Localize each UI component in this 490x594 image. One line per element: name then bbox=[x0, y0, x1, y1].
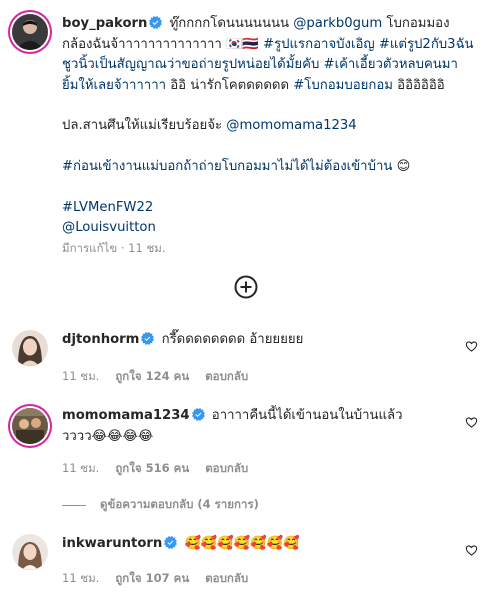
comment-text: inkwaruntorn 🥰🥰🥰🥰🥰🥰🥰 bbox=[62, 534, 432, 555]
avatar[interactable] bbox=[12, 330, 48, 366]
comment-text: djtonhorm กรี๊ดดดดดดดด อ้ายยยยย bbox=[62, 330, 432, 351]
view-replies-button[interactable]: ดูข้อความตอบกลับ (4 รายการ) bbox=[62, 496, 259, 514]
comment-username[interactable]: momomama1234 bbox=[62, 408, 190, 423]
caption-emoji: 😊 bbox=[392, 158, 411, 174]
verified-badge-icon bbox=[164, 536, 177, 549]
reply-button[interactable]: ตอบกลับ bbox=[205, 368, 248, 386]
verified-badge-icon bbox=[141, 332, 154, 345]
comment-item: djtonhorm กรี๊ดดดดดดดด อ้ายยยยย 11 ชม. ถ… bbox=[10, 330, 480, 386]
mention-link[interactable]: @momomama1234 bbox=[226, 118, 356, 133]
comment-likes[interactable]: ถูกใจ 516 คน bbox=[115, 460, 189, 478]
caption-text-part: ทู๊กกกกโดนนนนนนน bbox=[169, 16, 294, 31]
comment-meta: 11 ชม. ถูกใจ 107 คน ตอบกลับ bbox=[62, 570, 248, 588]
avatar[interactable] bbox=[12, 534, 48, 570]
comment-likes[interactable]: ถูกใจ 124 คน bbox=[115, 368, 189, 386]
plus-circle-icon bbox=[234, 275, 258, 299]
load-more-comments-button[interactable] bbox=[234, 275, 258, 299]
avatar[interactable] bbox=[12, 14, 48, 50]
caption-text-part: ปล.สานศึนให้แม่เรียบร้อยจ้ะ bbox=[62, 118, 227, 134]
comment-item: inkwaruntorn 🥰🥰🥰🥰🥰🥰🥰 11 ชม. ถูกใจ 107 คน… bbox=[10, 534, 480, 590]
comment-body: 🥰🥰🥰🥰🥰🥰🥰 bbox=[184, 536, 300, 551]
replies-divider bbox=[62, 504, 86, 506]
caption-text-part: อิอิ น่ารักโคตดดดดด bbox=[166, 77, 294, 93]
edited-timestamp: มีการแก้ไข · 11 ชม. bbox=[62, 241, 166, 255]
comment-username[interactable]: inkwaruntorn bbox=[62, 536, 162, 551]
comment-body: กรี๊ดดดดดดดด อ้ายยยยย bbox=[161, 332, 304, 347]
comment-time[interactable]: 11 ชม. bbox=[62, 368, 99, 386]
caption-text: boy_pakorn ทู๊กกกกโดนนนนนนน @parkb0gum โ… bbox=[62, 14, 474, 239]
comment-meta: 11 ชม. ถูกใจ 516 คน ตอบกลับ bbox=[62, 460, 248, 478]
comment-time[interactable]: 11 ชม. bbox=[62, 570, 99, 588]
hashtag-link[interactable]: #ก่อนเข้างานแม่บอกถ้าถ่ายโบกอมมาไม่ได้ไม… bbox=[62, 159, 392, 174]
verified-badge-icon bbox=[149, 16, 162, 29]
reply-button[interactable]: ตอบกลับ bbox=[205, 570, 248, 588]
comment-text: momomama1234 อาาาาคืนนี้ได้เข้านอนในบ้าน… bbox=[62, 406, 432, 447]
caption-username[interactable]: boy_pakorn bbox=[62, 16, 147, 31]
view-replies-label: ดูข้อความตอบกลับ (4 รายการ) bbox=[100, 497, 259, 511]
caption-text-part: อิอิอิอิอิอิ bbox=[392, 77, 445, 93]
comment-username[interactable]: djtonhorm bbox=[62, 332, 139, 347]
comment-time[interactable]: 11 ชม. bbox=[62, 460, 99, 478]
hashtag-link[interactable]: #โบกอมบอยกอม bbox=[293, 78, 393, 93]
mention-link[interactable]: @parkb0gum bbox=[293, 16, 382, 31]
mention-link[interactable]: @Louisvuitton bbox=[62, 220, 156, 235]
comment-meta: 11 ชม. ถูกใจ 124 คน ตอบกลับ bbox=[62, 368, 248, 386]
hashtag-link[interactable]: #รูปแรกอาจบังเอิญ bbox=[263, 37, 375, 52]
comment-likes[interactable]: ถูกใจ 107 คน bbox=[115, 570, 189, 588]
verified-badge-icon bbox=[192, 408, 205, 421]
heart-outline-icon[interactable] bbox=[465, 340, 478, 353]
avatar[interactable] bbox=[12, 408, 48, 444]
comment-item: momomama1234 อาาาาคืนนี้ได้เข้านอนในบ้าน… bbox=[10, 402, 480, 482]
heart-outline-icon[interactable] bbox=[465, 416, 478, 429]
hashtag-link[interactable]: #LVMenFW22 bbox=[62, 200, 153, 215]
reply-button[interactable]: ตอบกลับ bbox=[205, 460, 248, 478]
heart-outline-icon[interactable] bbox=[465, 544, 478, 557]
